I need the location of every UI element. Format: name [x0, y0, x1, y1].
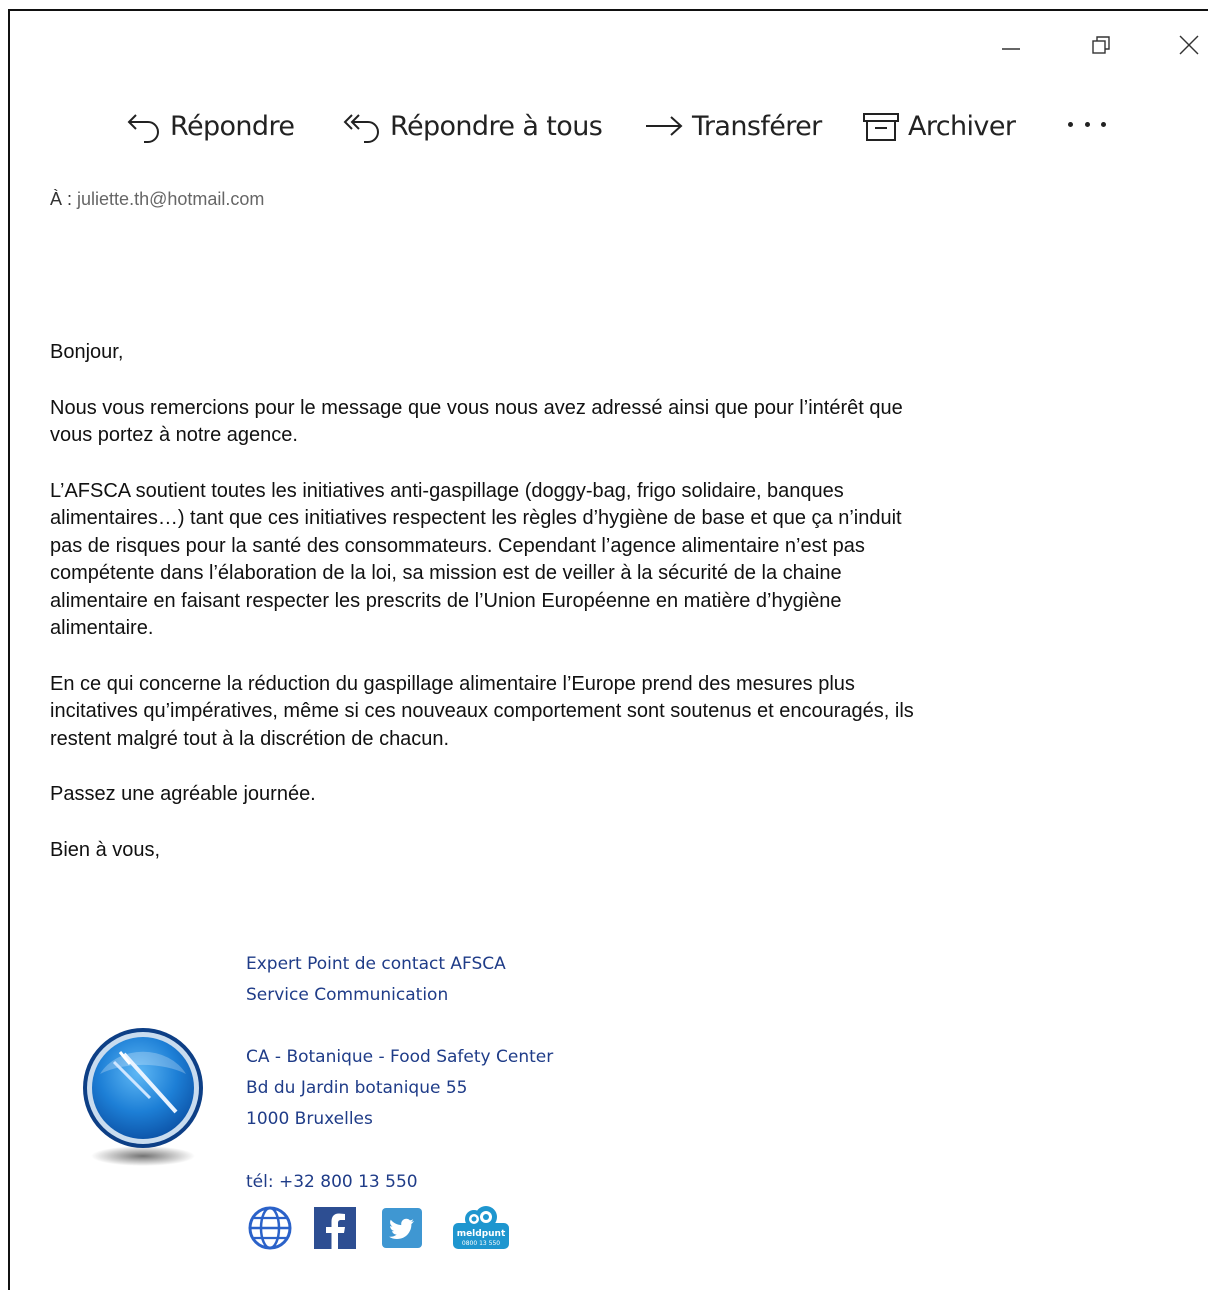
reply-all-icon: [342, 109, 382, 143]
archive-button[interactable]: Archiver: [862, 104, 1016, 148]
paragraph-thanks: Nous vous remercions pour le message que…: [50, 396, 903, 447]
social-links: meldpunt 0800 13 550: [246, 1205, 510, 1251]
archive-label: Archiver: [908, 110, 1016, 142]
recipient-line: À : juliette.th@hotmail.com: [50, 189, 264, 210]
to-label: À :: [50, 189, 73, 209]
minimize-icon: [1002, 48, 1020, 50]
reply-all-button[interactable]: Répondre à tous: [342, 104, 603, 148]
twitter-icon[interactable]: [382, 1208, 422, 1248]
facebook-icon[interactable]: [314, 1207, 356, 1249]
signature-phone: tél: +32 800 13 550: [246, 1172, 418, 1192]
reply-all-label: Répondre à tous: [390, 110, 603, 142]
forward-arrow-icon: [644, 109, 684, 143]
paragraph-initiatives: L’AFSCA soutient toutes les initiatives …: [50, 479, 902, 640]
meldpunt-text: meldpunt: [457, 1229, 506, 1239]
meldpunt-icon[interactable]: meldpunt 0800 13 550: [452, 1205, 510, 1251]
restore-icon: [1092, 36, 1110, 54]
paragraph-wish: Passez une agréable journée.: [50, 783, 316, 805]
signature-block: Expert Point de contact AFSCA Service Co…: [246, 951, 553, 1200]
paragraph-europe: En ce qui concerne la réduction du gaspi…: [50, 672, 914, 750]
more-actions-button[interactable]: [1066, 112, 1108, 136]
forward-label: Transférer: [692, 110, 822, 142]
reply-button[interactable]: Répondre: [126, 104, 295, 148]
globe-icon[interactable]: [246, 1206, 294, 1250]
message-body: Bonjour, Nous vous remercions pour le me…: [50, 339, 950, 892]
signature-street: Bd du Jardin botanique 55: [246, 1078, 468, 1098]
reply-icon: [126, 109, 162, 143]
closing: Bien à vous,: [50, 838, 161, 861]
reply-label: Répondre: [170, 110, 295, 142]
archive-box-icon: [862, 109, 900, 143]
meldpunt-number: 0800 13 550: [462, 1240, 500, 1247]
close-icon: [1179, 35, 1199, 55]
signature-title: Expert Point de contact AFSCA: [246, 954, 506, 974]
more-dot: [1068, 121, 1073, 127]
more-dot: [1101, 121, 1106, 127]
minimize-button[interactable]: [996, 30, 1026, 60]
signature-department: Service Communication: [246, 985, 449, 1005]
close-button[interactable]: [1174, 30, 1204, 60]
more-dot: [1084, 121, 1090, 127]
to-address[interactable]: juliette.th@hotmail.com: [77, 189, 264, 209]
afsca-logo: [80, 1024, 206, 1169]
greeting: Bonjour,: [50, 341, 124, 363]
signature-city: 1000 Bruxelles: [246, 1109, 373, 1129]
restore-button[interactable]: [1086, 30, 1116, 60]
forward-button[interactable]: Transférer: [644, 104, 822, 148]
signature-building: CA - Botanique - Food Safety Center: [246, 1047, 554, 1067]
